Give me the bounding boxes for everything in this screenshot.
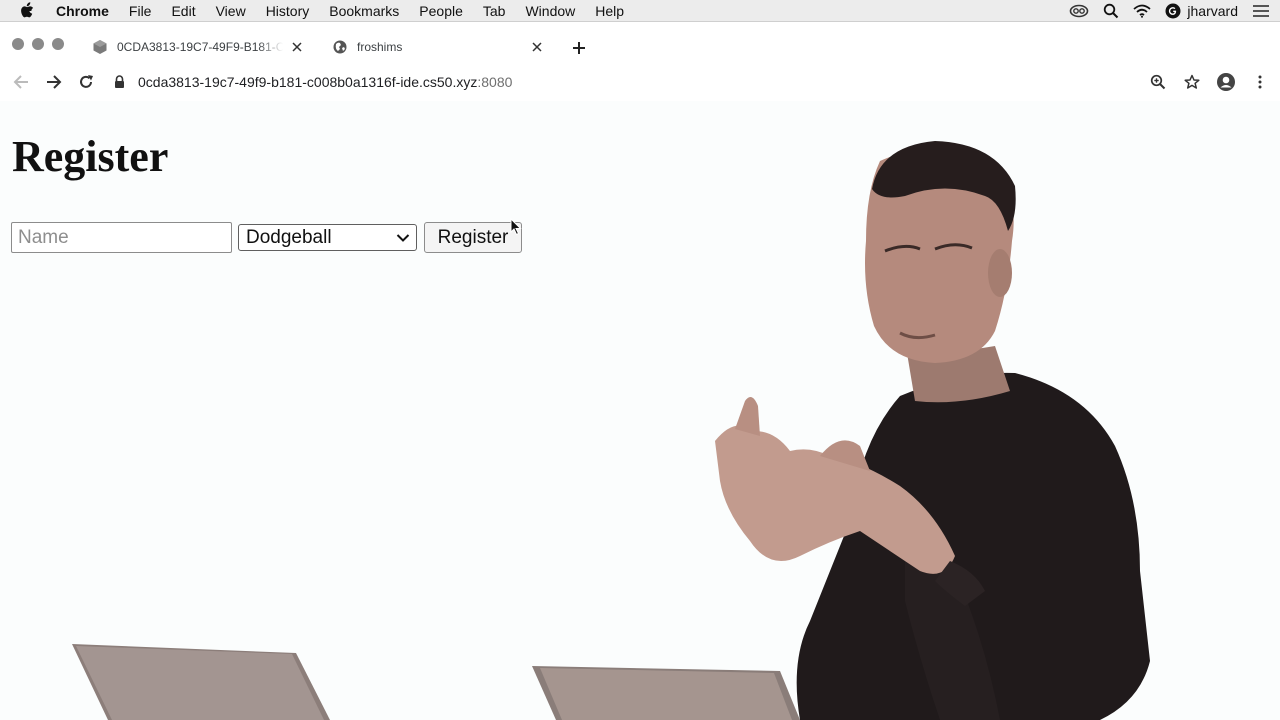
- wifi-icon[interactable]: [1133, 4, 1151, 18]
- tab-title: froshims: [357, 40, 403, 54]
- menu-app-chrome[interactable]: Chrome: [46, 0, 119, 22]
- apple-icon[interactable]: [18, 0, 36, 22]
- minimize-window-button[interactable]: [32, 38, 44, 50]
- user-account[interactable]: jharvard: [1165, 3, 1238, 19]
- menu-tab[interactable]: Tab: [473, 0, 516, 22]
- laptop-left: [72, 644, 330, 720]
- menu-help[interactable]: Help: [585, 0, 634, 22]
- tab-title: 0CDA3813-19C7-49F9-B181-C0: [117, 40, 283, 54]
- menu-history[interactable]: History: [256, 0, 320, 22]
- presenter-body: [796, 141, 1150, 720]
- laptop-center: [532, 666, 800, 720]
- back-button[interactable]: [10, 71, 32, 93]
- user-name: jharvard: [1187, 2, 1238, 19]
- window-controls: [12, 38, 64, 50]
- user-g-icon: [1165, 3, 1181, 19]
- zoom-window-button[interactable]: [52, 38, 64, 50]
- cube-icon: [92, 39, 108, 55]
- menu-view[interactable]: View: [206, 0, 256, 22]
- spotlight-search-icon[interactable]: [1103, 3, 1119, 19]
- globe-icon: [332, 39, 348, 55]
- tab-froshims[interactable]: froshims: [320, 31, 555, 63]
- menu-window[interactable]: Window: [515, 0, 585, 22]
- bookmark-star-icon[interactable]: [1182, 71, 1202, 93]
- close-window-button[interactable]: [12, 38, 24, 50]
- lock-icon[interactable]: [112, 75, 126, 89]
- browser-toolbar: 0cda3813-19c7-49f9-b181-c008b0a1316f-ide…: [0, 63, 1280, 101]
- menu-people[interactable]: People: [409, 0, 473, 22]
- reload-icon: [80, 75, 93, 88]
- arrow-right-icon: [47, 75, 62, 89]
- menu-edit[interactable]: Edit: [161, 0, 205, 22]
- more-menu-icon[interactable]: [1250, 71, 1270, 93]
- forward-button[interactable]: [43, 71, 65, 93]
- close-tab-icon[interactable]: [289, 39, 305, 55]
- presenter-photo: [72, 141, 1150, 720]
- profile-avatar-icon[interactable]: [1216, 71, 1236, 93]
- plus-icon: [573, 42, 585, 54]
- tab-ide[interactable]: 0CDA3813-19C7-49F9-B181-C0: [80, 31, 315, 63]
- browser-tab-strip: 0CDA3813-19C7-49F9-B181-C0 froshims: [0, 23, 1280, 63]
- menu-bookmarks[interactable]: Bookmarks: [319, 0, 409, 22]
- url-host: 0cda3813-19c7-49f9-b181-c008b0a1316f-ide…: [138, 74, 478, 90]
- url-port: :8080: [477, 74, 513, 90]
- reload-button[interactable]: [75, 71, 97, 93]
- menu-file[interactable]: File: [119, 0, 162, 22]
- new-tab-button[interactable]: [569, 38, 589, 58]
- close-tab-icon[interactable]: [529, 39, 545, 55]
- arrow-left-icon: [13, 75, 28, 89]
- creative-cloud-icon[interactable]: [1069, 4, 1089, 18]
- macos-menu-bar: Chrome File Edit View History Bookmarks …: [0, 0, 1280, 22]
- web-page-content: Register Dodgeball Register: [0, 101, 1280, 720]
- address-bar[interactable]: 0cda3813-19c7-49f9-b181-c008b0a1316f-ide…: [112, 67, 1172, 97]
- control-center-icon[interactable]: [1252, 4, 1270, 18]
- zoom-icon[interactable]: [1148, 71, 1168, 93]
